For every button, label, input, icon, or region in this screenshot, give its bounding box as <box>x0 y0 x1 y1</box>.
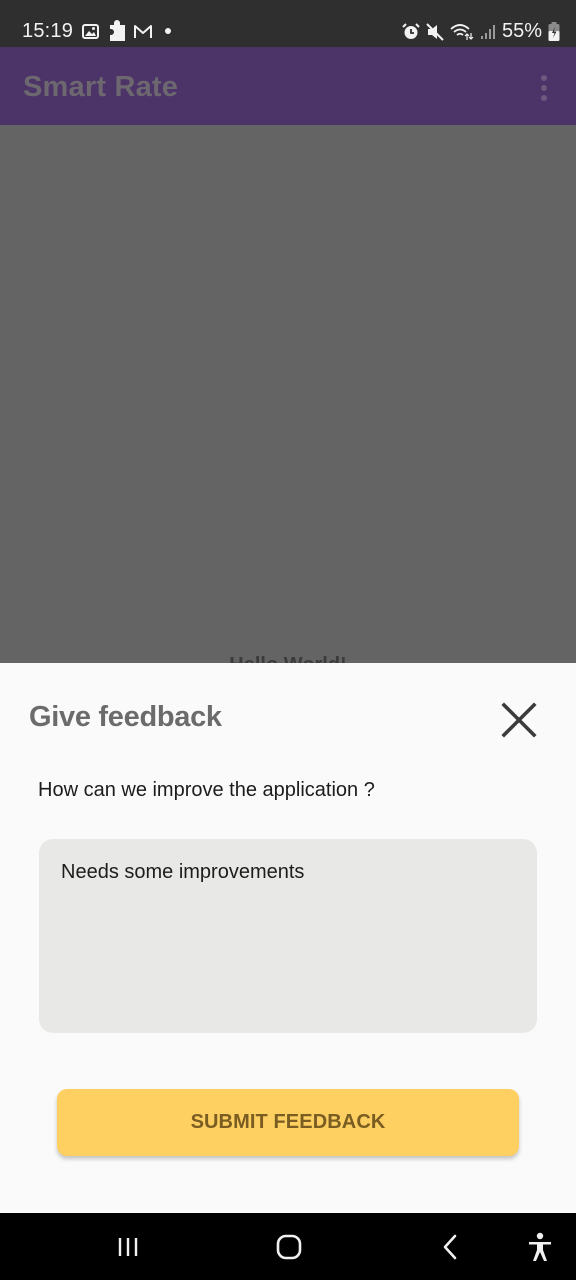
recents-button[interactable] <box>112 1231 144 1263</box>
home-button[interactable] <box>272 1231 306 1263</box>
close-icon <box>501 702 537 738</box>
menu-dot <box>541 95 547 101</box>
alarm-icon <box>402 23 420 39</box>
accessibility-icon <box>529 1232 551 1261</box>
recents-icon <box>118 1238 138 1256</box>
app-title: Smart Rate <box>23 71 179 103</box>
close-button[interactable] <box>498 699 540 741</box>
status-bar: 15:19 55% <box>0 0 576 47</box>
dot-icon <box>165 28 171 34</box>
menu-dot <box>541 75 547 81</box>
gmail-icon <box>134 24 152 38</box>
battery-icon <box>548 22 560 41</box>
accessibility-button[interactable] <box>524 1231 556 1263</box>
mute-icon <box>426 22 444 41</box>
app-bar: Smart Rate <box>0 47 576 125</box>
puzzle-icon <box>110 20 125 41</box>
submit-feedback-button[interactable]: SUBMIT FEEDBACK <box>57 1089 519 1156</box>
status-time: 15:19 <box>22 20 74 42</box>
sheet-title: Give feedback <box>29 701 222 733</box>
modal-scrim[interactable]: Hello World! <box>0 125 576 676</box>
feedback-bottom-sheet: Give feedback How can we improve the app… <box>0 663 576 1213</box>
back-icon <box>443 1234 457 1260</box>
feedback-input[interactable]: Needs some improvements <box>39 839 537 1033</box>
signal-icon <box>480 24 495 39</box>
gallery-icon <box>82 23 99 39</box>
wifi-icon <box>450 23 474 40</box>
home-icon <box>276 1234 302 1260</box>
feedback-question: How can we improve the application ? <box>38 779 375 801</box>
system-nav-bar <box>0 1213 576 1280</box>
back-button[interactable] <box>436 1231 464 1263</box>
overflow-menu-icon[interactable] <box>534 75 554 101</box>
system-icons: 55% <box>402 20 560 43</box>
battery-percent: 55% <box>501 20 542 42</box>
menu-dot <box>541 85 547 91</box>
notification-icons <box>82 20 174 42</box>
